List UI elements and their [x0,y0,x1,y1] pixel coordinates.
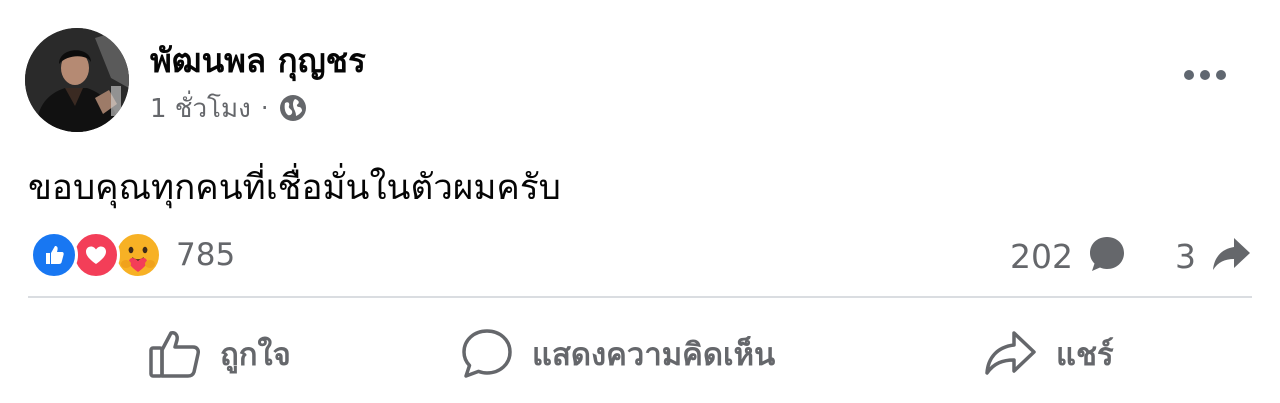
more-dot [1184,70,1194,80]
comment-bubble-icon [462,329,512,378]
share-button-label: แชร์ [1056,337,1114,373]
more-dot [1200,70,1210,80]
like-reaction-icon [30,231,78,279]
share-arrow-icon [985,331,1036,375]
love-reaction-icon [72,231,120,279]
author-name[interactable]: พัฒนพล กุญชร [150,34,366,87]
post-meta: 1 ชั่วโมง · [150,90,307,126]
post-card: พัฒนพล กุญชร 1 ชั่วโมง · ขอบคุณทุกคนที่เ… [0,0,1280,403]
post-message: ขอบคุณทุกคนที่เชื่อมั่นในตัวผมครับ [28,168,561,208]
thumbs-up-icon [149,331,200,378]
reaction-count: 785 [176,237,236,273]
comment-button[interactable]: แสดงความคิดเห็น [460,318,775,390]
share-button[interactable]: แชร์ [982,318,1114,390]
author-avatar[interactable] [25,28,129,132]
share-arrow-icon [1210,234,1252,278]
meta-separator: · [260,94,269,122]
more-options-button[interactable] [1180,58,1230,92]
like-button-label: ถูกใจ [220,337,291,373]
care-reaction-icon [114,231,162,279]
post-timestamp[interactable]: 1 ชั่วโมง [150,88,251,129]
more-dot [1216,70,1226,80]
share-count[interactable]: 3 [1175,237,1196,276]
avatar-photo [25,28,129,132]
engagement-stats: 202 3 [1010,232,1252,280]
reactions-summary[interactable]: 785 [30,230,235,280]
globe-icon[interactable] [279,94,307,122]
comment-button-label: แสดงความคิดเห็น [532,337,776,373]
divider [28,296,1252,298]
comment-count[interactable]: 202 [1010,237,1073,276]
comment-bubble-icon [1087,234,1127,278]
action-bar: ถูกใจ แสดงความคิดเห็น แชร์ [0,318,1280,390]
like-button[interactable]: ถูกใจ [148,318,291,390]
